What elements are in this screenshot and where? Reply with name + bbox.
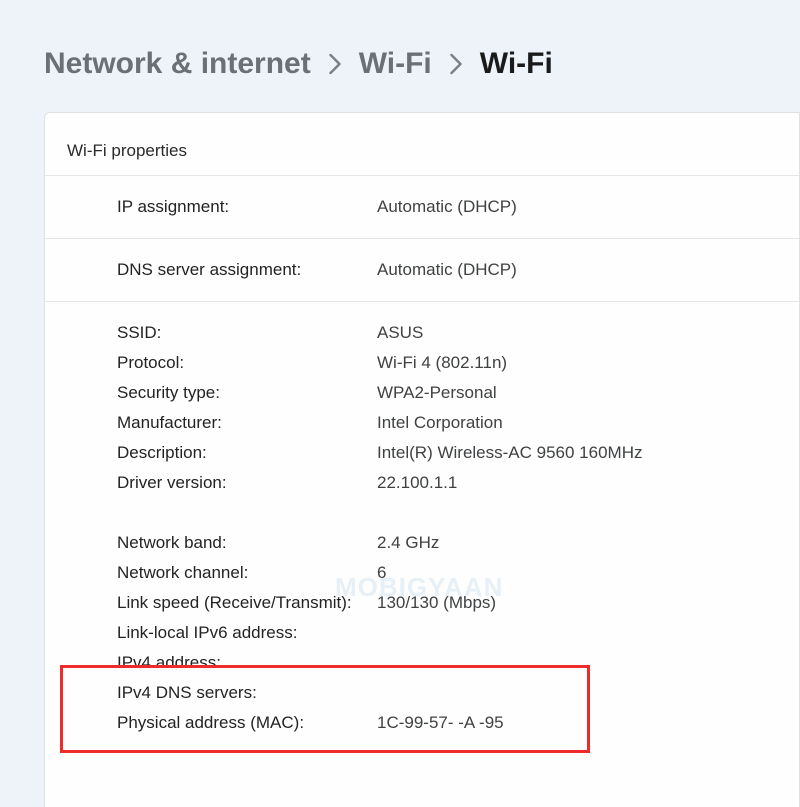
- detail-row: Manufacturer:Intel Corporation: [117, 408, 799, 438]
- detail-row: Protocol:Wi-Fi 4 (802.11n): [117, 348, 799, 378]
- detail-row: Link-local IPv6 address:: [117, 618, 799, 648]
- detail-label: Security type:: [117, 378, 377, 408]
- detail-row: Driver version:22.100.1.1: [117, 468, 799, 498]
- detail-label: Network band:: [117, 528, 377, 558]
- detail-value: 2.4 GHz: [377, 528, 439, 558]
- detail-row: Network channel:6: [117, 558, 799, 588]
- detail-value: Intel(R) Wireless-AC 9560 160MHz: [377, 438, 642, 468]
- detail-label: Description:: [117, 438, 377, 468]
- detail-row: SSID:ASUS: [117, 318, 799, 348]
- detail-value: ASUS: [377, 318, 423, 348]
- detail-row: Network band:2.4 GHz: [117, 528, 799, 558]
- ip-assignment-row[interactable]: IP assignment: Automatic (DHCP): [45, 175, 799, 238]
- detail-row: Security type:WPA2-Personal: [117, 378, 799, 408]
- detail-label: Driver version:: [117, 468, 377, 498]
- breadcrumb-root[interactable]: Network & internet: [44, 46, 311, 82]
- detail-label: Link-local IPv6 address:: [117, 618, 377, 648]
- panel-title: Wi-Fi properties: [45, 113, 799, 175]
- detail-value: 22.100.1.1: [377, 468, 457, 498]
- breadcrumb: Network & internet Wi-Fi Wi-Fi: [44, 46, 800, 82]
- detail-value: Intel Corporation: [377, 408, 503, 438]
- detail-row: IPv4 address:: [117, 648, 799, 678]
- detail-label: Link speed (Receive/Transmit):: [117, 588, 377, 618]
- detail-value: WPA2-Personal: [377, 378, 497, 408]
- dns-assignment-label: DNS server assignment:: [117, 260, 377, 280]
- wifi-details-block: MOBIGYAAN SSID:ASUS Protocol:Wi-Fi 4 (80…: [45, 301, 799, 778]
- detail-value: Wi-Fi 4 (802.11n): [377, 348, 507, 378]
- detail-label: Physical address (MAC):: [117, 708, 377, 738]
- detail-label: Manufacturer:: [117, 408, 377, 438]
- detail-row: IPv4 DNS servers:: [117, 678, 799, 708]
- detail-label: IPv4 DNS servers:: [117, 678, 377, 708]
- detail-row: Description:Intel(R) Wireless-AC 9560 16…: [117, 438, 799, 468]
- ip-assignment-label: IP assignment:: [117, 197, 377, 217]
- detail-label: Protocol:: [117, 348, 377, 378]
- detail-label: IPv4 address:: [117, 648, 377, 678]
- breadcrumb-current: Wi-Fi: [480, 46, 553, 82]
- chevron-right-icon: [448, 53, 464, 75]
- detail-label: SSID:: [117, 318, 377, 348]
- chevron-right-icon: [327, 53, 343, 75]
- detail-row: Physical address (MAC):1C-99-57- -A -95: [117, 708, 799, 738]
- detail-row: Link speed (Receive/Transmit):130/130 (M…: [117, 588, 799, 618]
- detail-value: 6: [377, 558, 386, 588]
- wifi-properties-panel: Wi-Fi properties IP assignment: Automati…: [44, 112, 800, 807]
- detail-label: Network channel:: [117, 558, 377, 588]
- dns-assignment-value: Automatic (DHCP): [377, 260, 517, 280]
- dns-assignment-row[interactable]: DNS server assignment: Automatic (DHCP): [45, 238, 799, 301]
- breadcrumb-wifi[interactable]: Wi-Fi: [359, 46, 432, 82]
- detail-value: 1C-99-57- -A -95: [377, 708, 504, 738]
- detail-value: 130/130 (Mbps): [377, 588, 496, 618]
- ip-assignment-value: Automatic (DHCP): [377, 197, 517, 217]
